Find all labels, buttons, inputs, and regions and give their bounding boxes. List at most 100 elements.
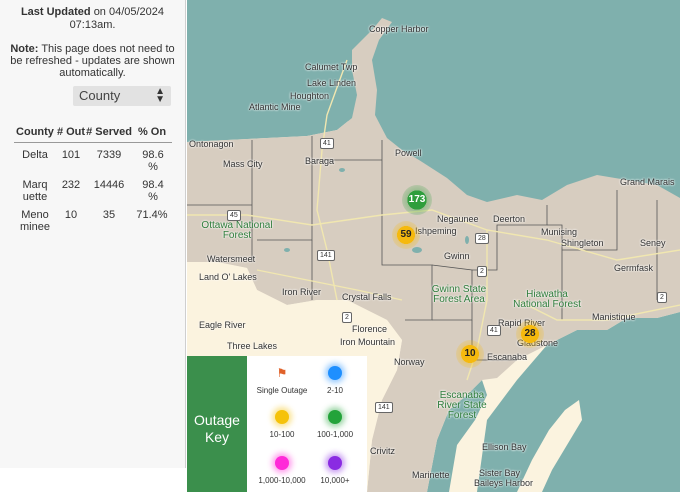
col-out[interactable]: # Out [56, 124, 86, 143]
place-label: Baileys Harbor [474, 478, 534, 488]
county-table: County # Out # Served % On Delta 101 733… [14, 124, 172, 233]
outage-cluster[interactable]: 28 [516, 320, 544, 348]
row-served: 14446 [93, 179, 125, 191]
place-label: Grand Marais [620, 177, 675, 187]
forest-label: Gwinn State Forest Area [431, 284, 487, 305]
last-updated: Last Updated on 04/05/2024 07:13am. [0, 6, 185, 32]
place-label: Germfask [614, 263, 654, 273]
place-label: Atlantic Mine [249, 102, 301, 112]
place-label: Calumet Twp [305, 62, 358, 72]
key-item-label: 100-1,000 [316, 430, 354, 439]
place-label: Negaunee [437, 214, 479, 224]
key-item-label: 10-100 [269, 430, 295, 439]
cluster-yellow-icon [275, 410, 289, 424]
col-served[interactable]: # Served [86, 124, 132, 143]
cluster-green-icon [328, 410, 342, 424]
key-item: ⚑ Single Outage [252, 366, 312, 395]
refresh-note: Note: This page does not need to be refr… [0, 43, 185, 79]
place-label: Land O' Lakes [199, 272, 257, 282]
table-row: Menominee 10 35 71.4% [14, 203, 172, 233]
select-arrows-icon: ▲ ▼ [155, 86, 165, 105]
place-label: Houghton [290, 91, 330, 101]
table-row: Marquette 232 14446 98.4 % [14, 173, 172, 203]
row-on: 71.4% [136, 209, 168, 221]
place-label: Manistique [592, 312, 636, 322]
place-label: Ellison Bay [482, 442, 527, 452]
place-label: Crivitz [370, 446, 395, 456]
table-row: Delta 101 7339 98.6 % [14, 143, 172, 174]
place-label: Ishpeming [415, 226, 457, 236]
row-served: 35 [102, 209, 116, 221]
forest-label: Escanaba River State Forest [437, 390, 487, 421]
outage-cluster[interactable]: 59 [392, 221, 420, 249]
key-item: 100-1,000 [305, 410, 365, 439]
outage-key: Outage Key ⚑ Single Outage 2-10 10-100 1… [187, 356, 367, 492]
place-label: Mass City [223, 159, 263, 169]
route-shield-icon: 141 [317, 250, 335, 261]
row-county: Marquette [22, 179, 48, 203]
col-on[interactable]: % On [132, 124, 172, 143]
place-label: Florence [352, 324, 388, 334]
table-header-row: County # Out # Served % On [14, 124, 172, 143]
place-label: Powell [395, 148, 422, 158]
place-label: Copper Harbor [369, 24, 429, 34]
route-shield-icon: 2 [477, 266, 487, 277]
place-label: Eagle River [199, 320, 246, 330]
place-label: Baraga [305, 156, 335, 166]
row-county: Menominee [20, 209, 50, 233]
row-served: 7339 [96, 149, 122, 161]
outage-cluster[interactable]: 173 [402, 185, 432, 215]
note-label: Note: [10, 43, 39, 55]
route-shield-icon: 41 [487, 325, 501, 336]
key-item-label: 1,000-10,000 [258, 476, 306, 485]
place-label: Munising [541, 227, 578, 237]
route-shield-icon: 2 [342, 312, 352, 323]
key-item: 10,000+ [305, 456, 365, 485]
key-item-label: 2-10 [326, 386, 343, 395]
view-select-value: County [79, 88, 121, 103]
route-shield-icon: 28 [475, 233, 489, 244]
key-item: 10-100 [252, 410, 312, 439]
place-label: Watersmeet [207, 254, 256, 264]
place-label: Three Lakes [227, 341, 278, 351]
place-label: Iron Mountain [340, 337, 396, 347]
place-label: Crystal Falls [342, 292, 392, 302]
forest-label: Ottawa National Forest [201, 220, 273, 241]
col-county[interactable]: County [14, 124, 56, 143]
flag-icon: ⚑ [276, 366, 288, 380]
place-label: Iron River [282, 287, 322, 297]
place-label: Lake Linden [307, 78, 357, 88]
cluster-magenta-icon [275, 456, 289, 470]
outage-cluster[interactable]: 10 [456, 340, 484, 368]
route-shield-icon: 2 [657, 292, 667, 303]
sidebar: Last Updated on 04/05/2024 07:13am. Note… [0, 0, 186, 468]
row-county: Delta [22, 149, 48, 161]
key-item: 1,000-10,000 [252, 456, 312, 485]
outage-key-title: Outage Key [187, 356, 247, 492]
row-out: 232 [61, 179, 81, 191]
key-item-label: 10,000+ [320, 476, 350, 485]
last-updated-label: Last Updated [20, 6, 91, 18]
place-label: Ontonagon [189, 139, 234, 149]
cluster-blue-icon [328, 366, 342, 380]
place-label: Escanaba [487, 352, 528, 362]
row-out: 10 [64, 209, 78, 221]
cluster-purple-icon [328, 456, 342, 470]
route-shield-icon: 41 [320, 138, 334, 149]
place-label: Deerton [493, 214, 526, 224]
place-label: Sister Bay [479, 468, 521, 478]
place-label: Gwinn [444, 251, 470, 261]
key-item: 2-10 [305, 366, 365, 395]
row-on: 98.4 % [142, 179, 164, 203]
row-out: 101 [61, 149, 81, 161]
place-label: Marinette [412, 470, 450, 480]
route-shield-icon: 141 [375, 402, 393, 413]
place-label: Seney [640, 238, 666, 248]
key-item-label: Single Outage [256, 386, 308, 395]
route-shield-icon: 45 [227, 210, 241, 221]
forest-label: Hiawatha National Forest [513, 289, 581, 310]
row-on: 98.6 % [142, 149, 164, 173]
view-select[interactable]: County ▲ ▼ [73, 86, 171, 106]
place-label: Shingleton [561, 238, 604, 248]
place-label: Norway [394, 357, 425, 367]
